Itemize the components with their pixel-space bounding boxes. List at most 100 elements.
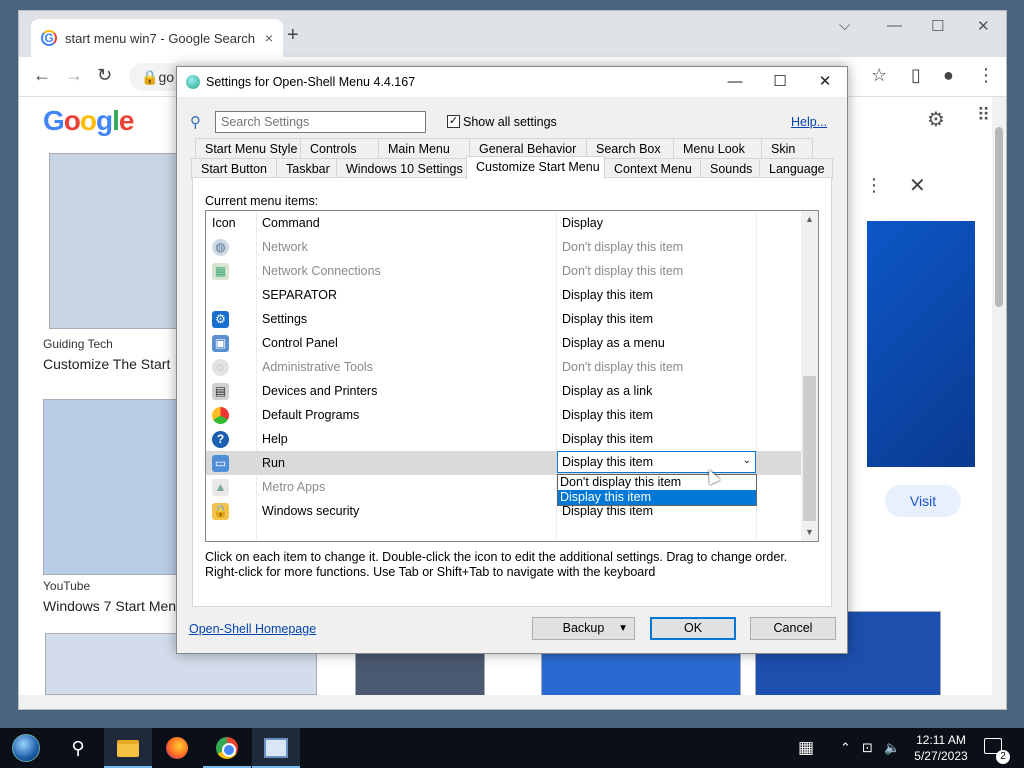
visit-button[interactable]: Visit — [885, 485, 961, 517]
settings-gear-icon[interactable]: ⚙ — [927, 107, 945, 132]
scroll-down-arrow-icon[interactable]: ▼ — [801, 524, 818, 541]
list-item-control-panel[interactable]: ▣ Control Panel Display as a menu — [206, 331, 803, 355]
tab-windows-10-settings[interactable]: Windows 10 Settings — [336, 158, 467, 179]
list-item-administrative-tools[interactable]: ◌ Administrative Tools Don't display thi… — [206, 355, 803, 379]
browser-tab[interactable]: G start menu win7 - Google Search × — [31, 19, 283, 57]
default-programs-icon[interactable] — [212, 406, 229, 424]
browser-close-button[interactable]: ✕ — [977, 17, 990, 35]
display-value[interactable]: Don't display this item — [556, 240, 756, 254]
browser-maximize-button[interactable]: ☐ — [931, 17, 944, 35]
tab-customize-start-menu[interactable]: Customize Start Menu — [466, 156, 605, 179]
settings-gear-icon[interactable]: ⚙ — [212, 310, 229, 328]
tab-menu-look[interactable]: Menu Look — [673, 138, 762, 159]
taskbar-search-button[interactable]: ⚲ — [54, 728, 102, 768]
tab-main-menu[interactable]: Main Menu — [378, 138, 470, 159]
preview-image[interactable] — [867, 221, 975, 467]
control-panel-icon[interactable]: ▣ — [212, 334, 229, 352]
profile-icon[interactable]: ● — [943, 65, 954, 86]
browser-menu-icon[interactable]: ⋮ — [977, 65, 995, 86]
help-link[interactable]: Help... — [791, 115, 827, 129]
tab-search-chevron-icon[interactable]: ⌵ — [839, 17, 850, 34]
tab-taskbar[interactable]: Taskbar — [276, 158, 337, 179]
show-all-settings-checkbox[interactable]: ✓ — [447, 115, 460, 128]
system-clock[interactable]: 12:11 AM 5/27/2023 — [904, 732, 978, 764]
result-image[interactable] — [43, 399, 177, 575]
metro-apps-icon[interactable]: ▲ — [212, 478, 229, 496]
volume-muted-icon[interactable]: 🔈 — [884, 728, 900, 768]
chevron-down-icon[interactable]: ⌄ — [743, 455, 751, 466]
forward-arrow-icon[interactable]: → — [65, 65, 83, 86]
display-value[interactable]: Display as a menu — [556, 336, 756, 350]
network-connections-icon[interactable]: ▦ — [212, 262, 229, 280]
result-title[interactable]: Customize The Start — [43, 356, 170, 372]
display-value[interactable]: Display this item — [556, 408, 756, 422]
help-icon[interactable]: ? — [212, 430, 229, 448]
menu-items-list[interactable]: Icon Command Display ◍ Network Don't dis… — [205, 210, 819, 542]
apps-grid-icon[interactable]: ⠿ — [977, 105, 990, 126]
list-item-network[interactable]: ◍ Network Don't display this item — [206, 235, 803, 259]
tab-context-menu[interactable]: Context Menu — [604, 158, 701, 179]
show-all-settings-label[interactable]: Show all settings — [463, 115, 557, 129]
dialog-maximize-button[interactable]: ☐ — [765, 71, 795, 93]
result-title[interactable]: Windows 7 Start Men — [43, 598, 176, 614]
search-settings-input[interactable] — [215, 111, 426, 133]
list-item-default-programs[interactable]: Default Programs Display this item — [206, 403, 803, 427]
taskbar-firefox[interactable] — [153, 728, 201, 768]
new-tab-button[interactable]: + — [287, 24, 299, 47]
browser-horizontal-scrollbar[interactable] — [19, 695, 1006, 709]
reload-icon[interactable]: ↻ — [97, 65, 112, 86]
dropdown-option-dont-display[interactable]: Don't display this item — [558, 475, 756, 490]
column-header-command[interactable]: Command — [256, 216, 556, 230]
back-arrow-icon[interactable]: ← — [33, 65, 51, 86]
display-value[interactable]: Display this item — [556, 504, 756, 518]
side-panel-icon[interactable]: ▯ — [911, 65, 921, 86]
more-options-icon[interactable]: ⋮ — [865, 175, 883, 196]
dropdown-option-display[interactable]: Display this item — [558, 490, 756, 505]
result-image[interactable] — [49, 153, 177, 329]
list-item-separator[interactable]: SEPARATOR Display this item — [206, 283, 803, 307]
google-logo[interactable]: Google — [43, 105, 134, 137]
dialog-titlebar[interactable]: Settings for Open-Shell Menu 4.4.167 — ☐… — [177, 67, 847, 97]
scroll-up-arrow-icon[interactable]: ▲ — [801, 211, 818, 228]
start-button[interactable] — [2, 728, 50, 768]
browser-vertical-scrollbar[interactable] — [992, 97, 1006, 697]
taskbar-file-explorer[interactable] — [104, 728, 152, 768]
dialog-close-button[interactable]: ✕ — [810, 71, 840, 93]
list-item-devices-printers[interactable]: ▤ Devices and Printers Display as a link — [206, 379, 803, 403]
tab-sounds[interactable]: Sounds — [700, 158, 760, 179]
display-value[interactable]: Don't display this item — [556, 360, 756, 374]
taskbar-chrome[interactable] — [203, 728, 251, 768]
list-item-settings[interactable]: ⚙ Settings Display this item — [206, 307, 803, 331]
display-select[interactable]: Display this item ⌄ — [557, 451, 756, 473]
bookmark-star-icon[interactable]: ☆ — [871, 65, 887, 86]
list-scrollbar-thumb[interactable] — [803, 376, 816, 521]
network-icon[interactable]: ⊡ — [862, 728, 873, 768]
keyboard-layout-icon[interactable]: ▦ — [798, 728, 814, 768]
cancel-button[interactable]: Cancel — [750, 617, 836, 640]
backup-button[interactable]: Backup ▼ — [532, 617, 635, 640]
tab-start-button[interactable]: Start Button — [191, 158, 277, 179]
tab-controls[interactable]: Controls — [300, 138, 379, 159]
display-value[interactable]: Display this item — [556, 312, 756, 326]
run-icon[interactable]: ▭ — [212, 454, 229, 472]
scrollbar-thumb[interactable] — [995, 127, 1003, 307]
column-header-icon[interactable]: Icon — [206, 216, 256, 230]
result-image[interactable] — [355, 651, 485, 697]
column-header-display[interactable]: Display — [556, 216, 756, 230]
chevron-up-icon[interactable]: ⌃ — [840, 728, 851, 768]
devices-printers-icon[interactable]: ▤ — [212, 382, 229, 400]
lock-icon[interactable]: 🔒 — [212, 502, 229, 520]
list-item-help[interactable]: ? Help Display this item — [206, 427, 803, 451]
display-value[interactable]: Don't display this item — [556, 264, 756, 278]
tab-skin[interactable]: Skin — [761, 138, 813, 159]
list-item-network-connections[interactable]: ▦ Network Connections Don't display this… — [206, 259, 803, 283]
tab-start-menu-style[interactable]: Start Menu Style — [195, 138, 301, 159]
network-icon[interactable]: ◍ — [212, 238, 229, 256]
ok-button[interactable]: OK — [650, 617, 736, 640]
browser-minimize-button[interactable]: — — [887, 17, 902, 34]
dialog-minimize-button[interactable]: — — [720, 71, 750, 93]
result-image[interactable] — [541, 651, 741, 697]
display-value[interactable]: Display as a link — [556, 384, 756, 398]
tab-language[interactable]: Language — [759, 158, 833, 179]
list-scrollbar[interactable]: ▲ ▼ — [801, 211, 818, 541]
